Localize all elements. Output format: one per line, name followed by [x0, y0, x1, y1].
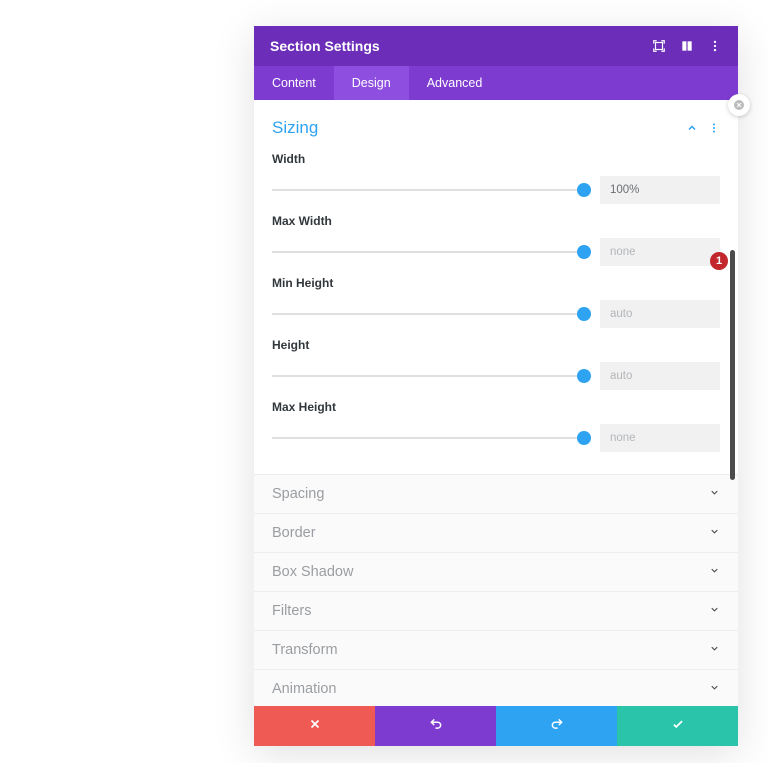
panel-header: Section Settings: [254, 26, 738, 66]
check-icon: [671, 717, 685, 736]
undo-button[interactable]: [375, 706, 496, 746]
panel-body: Sizing Width: [254, 100, 738, 706]
chevron-down-icon: [709, 486, 720, 502]
max-width-slider[interactable]: [272, 242, 584, 262]
chevron-down-icon: [709, 603, 720, 619]
chevron-down-icon: [709, 525, 720, 541]
field-height: Height auto: [272, 338, 720, 390]
close-icon: [308, 717, 322, 736]
height-value[interactable]: auto: [600, 362, 720, 390]
tabs: Content Design Advanced: [254, 66, 738, 100]
undo-icon: [429, 717, 443, 736]
tab-design[interactable]: Design: [334, 66, 409, 100]
field-label: Max Height: [272, 400, 720, 414]
field-label: Width: [272, 152, 720, 166]
field-label: Max Width: [272, 214, 720, 228]
tab-content[interactable]: Content: [254, 66, 334, 100]
panel-title: Section Settings: [270, 38, 380, 54]
section-border[interactable]: Border: [254, 514, 738, 553]
section-label: Animation: [272, 681, 336, 697]
section-box-shadow[interactable]: Box Shadow: [254, 553, 738, 592]
min-height-slider[interactable]: [272, 304, 584, 324]
collapse-icon[interactable]: [686, 122, 698, 134]
min-height-value[interactable]: auto: [600, 300, 720, 328]
section-kebab-icon[interactable]: [708, 122, 720, 134]
tab-advanced[interactable]: Advanced: [409, 66, 501, 100]
width-slider[interactable]: [272, 180, 584, 200]
field-min-height: Min Height auto: [272, 276, 720, 328]
section-label: Spacing: [272, 486, 324, 502]
section-sizing-title: Sizing: [272, 118, 318, 138]
max-height-slider[interactable]: [272, 428, 584, 448]
section-label: Border: [272, 525, 316, 541]
field-label: Min Height: [272, 276, 720, 290]
field-max-width: Max Width none: [272, 214, 720, 266]
section-animation[interactable]: Animation: [254, 670, 738, 706]
redo-icon: [550, 717, 564, 736]
annotation-badge: 1: [710, 252, 728, 270]
section-label: Filters: [272, 603, 311, 619]
save-button[interactable]: [617, 706, 738, 746]
redo-button[interactable]: [496, 706, 617, 746]
section-sizing: Sizing Width: [254, 100, 738, 474]
section-transform[interactable]: Transform: [254, 631, 738, 670]
field-width: Width 100%: [272, 152, 720, 204]
width-value[interactable]: 100%: [600, 176, 720, 204]
section-label: Box Shadow: [272, 564, 353, 580]
header-icons: [652, 39, 722, 53]
chevron-down-icon: [709, 642, 720, 658]
chevron-down-icon: [709, 564, 720, 580]
collapsed-sections: Spacing Border Box Shadow Filters Transf…: [254, 474, 738, 706]
max-height-value[interactable]: none: [600, 424, 720, 452]
kebab-menu-icon[interactable]: [708, 39, 722, 53]
section-settings-panel: Section Settings Content Design Advanced: [254, 26, 738, 746]
section-spacing[interactable]: Spacing: [254, 475, 738, 514]
height-slider[interactable]: [272, 366, 584, 386]
expand-icon[interactable]: [652, 39, 666, 53]
field-label: Height: [272, 338, 720, 352]
scrollbar-thumb[interactable]: [730, 250, 735, 480]
panel-footer: [254, 706, 738, 746]
chevron-down-icon: [709, 681, 720, 697]
columns-icon[interactable]: [680, 39, 694, 53]
cancel-button[interactable]: [254, 706, 375, 746]
field-max-height: Max Height none: [272, 400, 720, 452]
max-width-value[interactable]: none: [600, 238, 720, 266]
section-filters[interactable]: Filters: [254, 592, 738, 631]
section-label: Transform: [272, 642, 338, 658]
